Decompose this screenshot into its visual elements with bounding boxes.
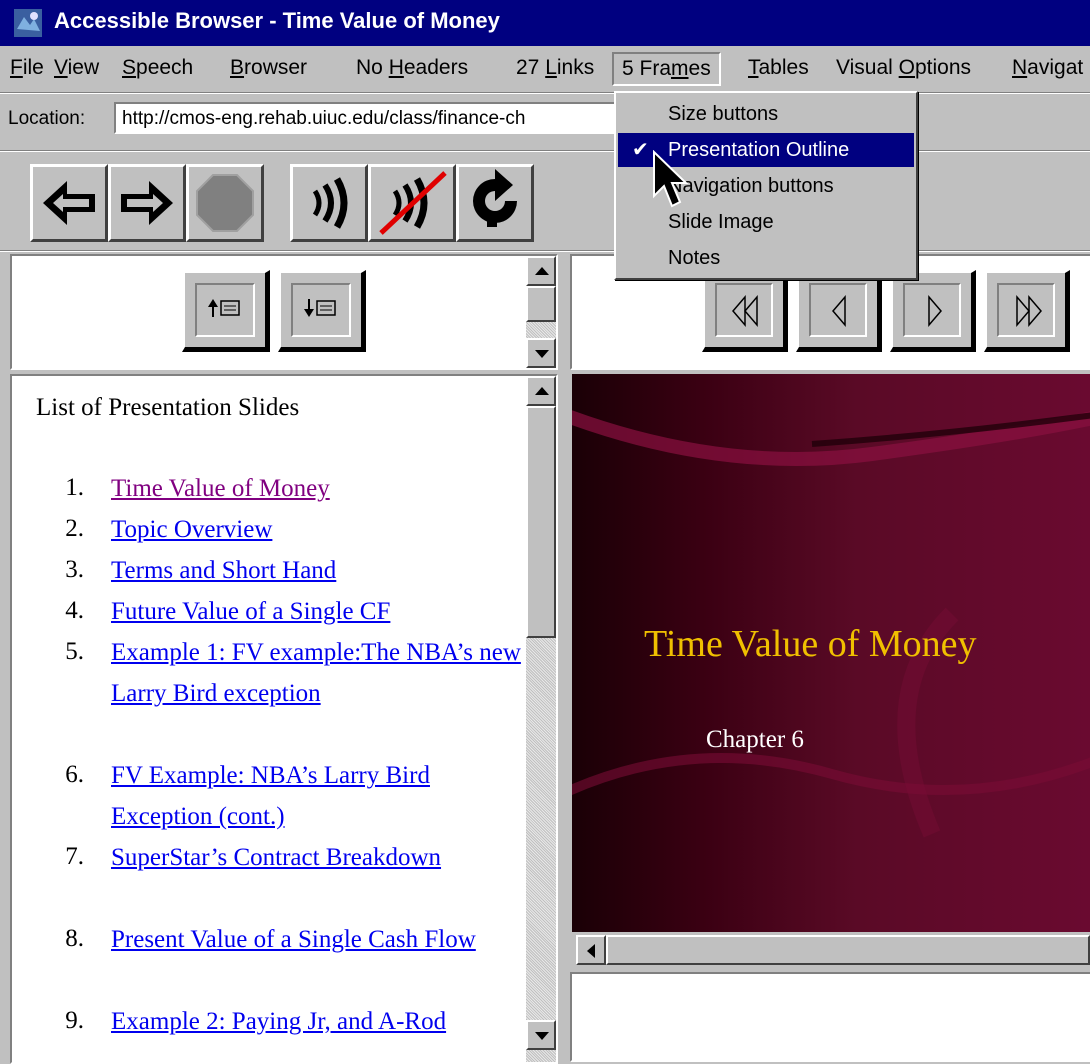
enlarge-frame-button[interactable]	[182, 270, 270, 352]
move-down-icon	[304, 299, 336, 317]
mute-button[interactable]	[368, 164, 456, 242]
slide-link[interactable]: Present Value of a Single Cash Flow	[111, 919, 521, 960]
menu-item[interactable]: File	[10, 56, 44, 80]
previous-slide-button[interactable]	[796, 270, 882, 352]
notes-frame	[570, 972, 1090, 1062]
last-slide-button[interactable]	[984, 270, 1070, 352]
list-item-number: 3.	[65, 556, 84, 583]
slide-link[interactable]: SuperStar’s Contract Breakdown	[111, 837, 521, 878]
list-item-number: 1.	[65, 474, 84, 501]
location-input[interactable]: http://cmos-eng.rehab.uiuc.edu/class/fin…	[114, 102, 634, 134]
slide-link[interactable]: Future Value of a Single CF	[111, 591, 521, 632]
frames-menu-item[interactable]: Notes	[618, 241, 914, 275]
window-title: Accessible Browser - Time Value of Money	[54, 8, 500, 33]
menu-item[interactable]: 27 Links	[516, 56, 594, 80]
back-icon	[43, 181, 95, 225]
scroll-up-button[interactable]	[526, 256, 556, 286]
divider	[0, 250, 1090, 252]
location-bar: Location: http://cmos-eng.rehab.uiuc.edu…	[0, 92, 1090, 146]
reload-button[interactable]	[456, 164, 534, 242]
list-item-number: 6.	[65, 761, 84, 788]
menu-bar: File View Speech Browser No Headers 27 Links 5…	[0, 46, 1090, 92]
forward-icon	[121, 181, 173, 225]
mouse-cursor-icon	[653, 150, 689, 208]
frames-menu-item-label: Notes	[668, 247, 721, 269]
menu-item[interactable]: No Headers	[356, 56, 468, 80]
list-item-number: 4.	[65, 597, 84, 624]
move-up-icon	[208, 299, 240, 317]
menu-item[interactable]: Speech	[122, 56, 193, 80]
browser-globe-icon	[14, 9, 42, 37]
list-item-number: 7.	[65, 843, 84, 870]
back-button[interactable]	[30, 164, 108, 242]
frames-menu-item[interactable]: Size buttons	[618, 97, 914, 131]
list-item-number: 8.	[65, 925, 84, 952]
slide-link[interactable]: Example 2: Paying Jr, and A-Rod	[111, 1001, 521, 1042]
menu-item[interactable]: Visual Options	[836, 56, 971, 80]
speak-icon	[312, 177, 348, 229]
scroll-thumb[interactable]	[526, 406, 556, 638]
scroll-thumb[interactable]	[606, 935, 1090, 965]
frames-menu-item-label: Navigation buttons	[668, 175, 834, 197]
slide-image: Time Value of Money Chapter 6	[572, 374, 1090, 932]
last-slide-icon	[1016, 294, 1042, 328]
next-slide-icon	[928, 294, 942, 328]
scroll-down-button[interactable]	[526, 338, 556, 368]
scroll-down-button[interactable]	[526, 1020, 556, 1050]
checkmark-icon: ✔	[632, 139, 649, 161]
stop-icon	[196, 174, 254, 232]
scroll-left-button[interactable]	[576, 935, 606, 965]
first-slide-button[interactable]	[702, 270, 788, 352]
scroll-up-button[interactable]	[526, 376, 556, 406]
list-item-number: 5.	[65, 638, 84, 665]
menu-item[interactable]: Tables	[748, 56, 809, 80]
slide-link[interactable]: FV Example: NBA’s Larry Bird Exception (…	[111, 755, 521, 837]
divider	[0, 150, 1090, 152]
horizontal-scrollbar[interactable]	[572, 932, 1090, 968]
slide-link[interactable]: Terms and Short Hand	[111, 550, 521, 591]
slide-link[interactable]: Time Value of Money	[111, 468, 521, 509]
frames-menu-item-label: Presentation Outline	[668, 139, 850, 161]
scroll-thumb[interactable]	[526, 286, 556, 322]
next-slide-button[interactable]	[890, 270, 976, 352]
frames-menu-item-label: Size buttons	[668, 103, 779, 125]
slide-link[interactable]: Example 1: FV example:The NBA’s new Larr…	[111, 632, 521, 714]
location-label: Location:	[8, 108, 86, 129]
mute-icon	[379, 171, 447, 235]
list-item-number: 9.	[65, 1007, 84, 1034]
menu-item[interactable]: Browser	[230, 56, 307, 80]
menu-item[interactable]: Navigat	[1012, 56, 1083, 80]
stop-button[interactable]	[186, 164, 264, 242]
vertical-scrollbar[interactable]	[526, 256, 556, 368]
menu-item[interactable]: View	[54, 56, 99, 80]
forward-button[interactable]	[108, 164, 186, 242]
title-bar[interactable]: Accessible Browser - Time Value of Money	[0, 0, 1090, 46]
speak-button[interactable]	[290, 164, 368, 242]
slide-link[interactable]: Topic Overview	[111, 509, 521, 550]
slide-title: Time Value of Money	[644, 623, 977, 665]
list-item-number: 2.	[65, 515, 84, 542]
first-slide-icon	[732, 294, 758, 328]
reload-icon	[473, 169, 517, 227]
size-buttons-frame	[10, 254, 558, 370]
previous-slide-icon	[832, 294, 846, 328]
menu-item[interactable]: 5 Frames	[612, 52, 721, 86]
outline-heading: List of Presentation Slides	[36, 394, 300, 421]
shrink-frame-button[interactable]	[278, 270, 366, 352]
slide-subtitle: Chapter 6	[706, 726, 804, 753]
vertical-scrollbar[interactable]	[526, 376, 556, 1062]
